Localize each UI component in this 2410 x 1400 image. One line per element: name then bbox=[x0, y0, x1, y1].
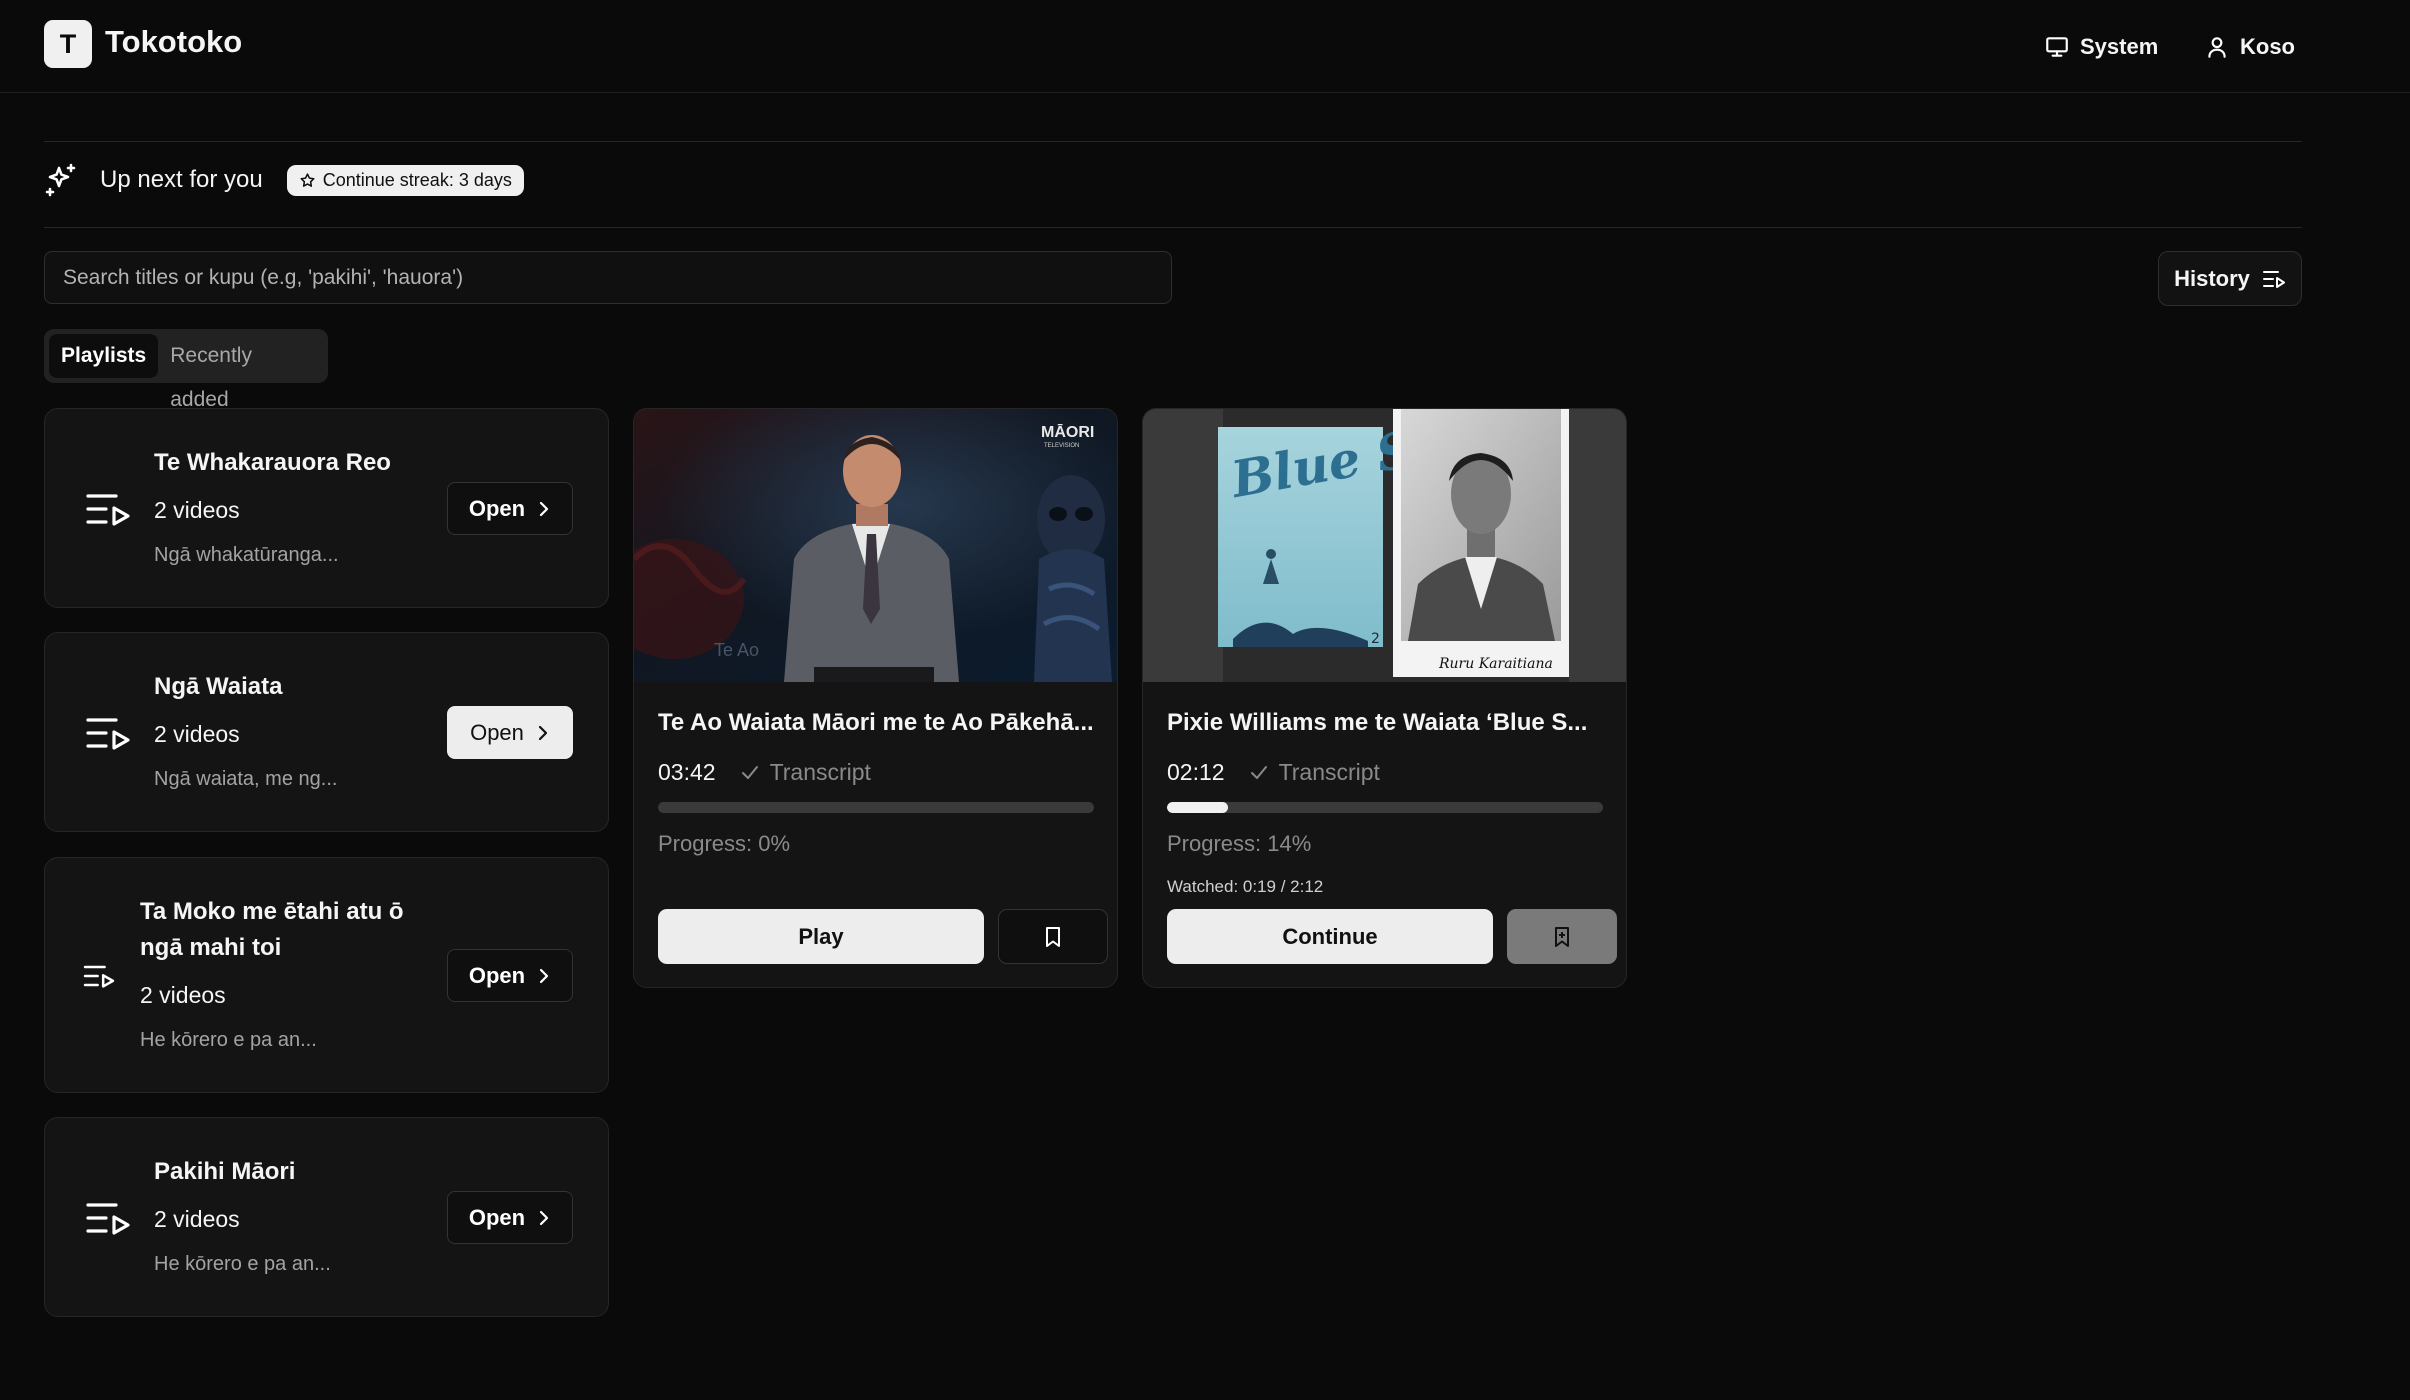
photo-caption: Ruru Karaitiana bbox=[1438, 656, 1553, 672]
transcript-label: Transcript bbox=[769, 759, 871, 785]
sparkles-icon bbox=[45, 163, 76, 197]
video-thumbnail[interactable]: MĀORI TELEVISION Te Ao bbox=[634, 409, 1117, 682]
open-playlist-button[interactable]: Open bbox=[447, 706, 573, 759]
playlist-description: Ngā waiata, me ng... bbox=[154, 768, 338, 790]
playlist-card[interactable]: Pakihi Māori 2 videos He kōrero e pa an.… bbox=[44, 1117, 609, 1317]
open-label: Open bbox=[468, 1204, 526, 1230]
play-button[interactable]: Play bbox=[658, 909, 984, 964]
app-name[interactable]: Tokotoko bbox=[105, 24, 242, 60]
playlist-title: Te Whakarauora Reo bbox=[154, 449, 391, 476]
progress-fill bbox=[1167, 802, 1229, 813]
playlist-count: 2 videos bbox=[154, 1206, 240, 1232]
chevron-right-icon bbox=[538, 725, 548, 740]
thumbnail-caption: Te Ao bbox=[714, 640, 759, 660]
playlist-count: 2 videos bbox=[140, 982, 226, 1008]
top-bar: T Tokotoko System Koso bbox=[0, 0, 2410, 93]
divider bbox=[44, 141, 2302, 142]
playlist-title-line-2: ngā mahi toi bbox=[140, 934, 282, 961]
video-title[interactable]: Te Ao Waiata Māori me te Ao Pākehā... bbox=[658, 709, 1098, 737]
history-label: History bbox=[2174, 265, 2250, 291]
progress-bar bbox=[1167, 802, 1603, 813]
open-playlist-button[interactable]: Open bbox=[447, 1191, 573, 1244]
progress-bar bbox=[658, 802, 1094, 813]
tab-recently-added[interactable]: Recently added bbox=[158, 334, 323, 411]
playlist-card[interactable]: Ngā Waiata 2 videos Ngā waiata, me ng...… bbox=[44, 632, 609, 832]
user-menu-button[interactable]: Koso bbox=[2204, 32, 2295, 62]
transcript-indicator: Transcript bbox=[1249, 759, 1380, 786]
playlist-title: Pakihi Māori bbox=[154, 1158, 296, 1185]
divider bbox=[44, 227, 2302, 228]
chevron-right-icon bbox=[540, 1210, 549, 1225]
open-label: Open bbox=[468, 495, 526, 521]
video-title[interactable]: Pixie Williams me te Waiata ‘Blue S... bbox=[1167, 709, 1607, 737]
video-meta: 03:42 Transcript bbox=[658, 759, 871, 786]
playlist-icon bbox=[86, 1203, 130, 1235]
chevron-right-icon bbox=[540, 501, 549, 516]
poster-badge: 2 bbox=[1371, 631, 1380, 647]
open-playlist-button[interactable]: Open bbox=[447, 949, 573, 1002]
playlist-description: He kōrero e pa an... bbox=[154, 1253, 331, 1275]
search-input[interactable]: Search titles or kupu (e.g, 'pakihi', 'h… bbox=[44, 251, 1172, 304]
streak-badge[interactable]: Continue streak: 3 days bbox=[286, 164, 524, 196]
monitor-icon bbox=[2046, 37, 2068, 57]
star-icon bbox=[300, 172, 315, 187]
playlist-card[interactable]: Ta Moko me ētahi atu ō ngā mahi toi 2 vi… bbox=[44, 857, 609, 1093]
continue-button[interactable]: Continue bbox=[1167, 909, 1493, 964]
open-playlist-button[interactable]: Open bbox=[447, 482, 573, 535]
up-next-header: Up next for you Continue streak: 3 days bbox=[44, 162, 524, 198]
system-label: System bbox=[2080, 34, 2159, 59]
blue-smoke-thumbnail-image: Blue Smoke 2 Ruru Karaitiana bbox=[1143, 409, 1626, 682]
bookmark-icon bbox=[1046, 926, 1060, 947]
video-thumbnail[interactable]: Blue Smoke 2 Ruru Karaitiana bbox=[1143, 409, 1626, 682]
video-duration: 02:12 bbox=[1167, 759, 1225, 785]
check-icon bbox=[741, 765, 758, 779]
playlist-description: Ngā whakatūranga... bbox=[154, 544, 339, 566]
playlist-icon bbox=[86, 718, 130, 750]
watched-label: Watched: 0:19 / 2:12 bbox=[1167, 877, 1324, 896]
playlist-icon bbox=[86, 494, 130, 526]
progress-label: Progress: 0% bbox=[658, 831, 791, 856]
playlist-count: 2 videos bbox=[154, 497, 240, 523]
view-tabs: Playlists Recently added bbox=[44, 329, 328, 411]
history-button[interactable]: History bbox=[2158, 251, 2302, 306]
presenter-thumbnail-image: MĀORI TELEVISION Te Ao bbox=[634, 409, 1117, 682]
playlist-icon bbox=[83, 965, 115, 988]
video-meta: 02:12 Transcript bbox=[1167, 759, 1380, 786]
streak-label: Continue streak: 3 days bbox=[322, 169, 512, 190]
tab-playlists[interactable]: Playlists bbox=[49, 334, 159, 378]
user-icon bbox=[2208, 37, 2226, 58]
brand-text: MĀORI bbox=[1041, 422, 1094, 441]
playlist-count: 2 videos bbox=[154, 721, 240, 747]
progress-label: Progress: 14% bbox=[1167, 831, 1312, 856]
playlist-card[interactable]: Te Whakarauora Reo 2 videos Ngā whakatūr… bbox=[44, 408, 609, 608]
open-label: Open bbox=[470, 719, 524, 745]
logo-icon[interactable]: T bbox=[44, 20, 92, 68]
user-label: Koso bbox=[2240, 34, 2295, 59]
check-icon bbox=[1250, 765, 1267, 779]
playlist-title-line-1: Ta Moko me ētahi atu ō bbox=[140, 898, 404, 925]
video-card[interactable]: MĀORI TELEVISION Te Ao Te Ao Waiata Māor… bbox=[633, 408, 1118, 988]
transcript-indicator: Transcript bbox=[740, 759, 871, 786]
system-theme-button[interactable]: System bbox=[2044, 32, 2158, 62]
video-card[interactable]: Blue Smoke 2 Ruru Karaitiana Pixie Willi… bbox=[1142, 408, 1627, 988]
bookmark-icon bbox=[1555, 926, 1569, 947]
chevron-right-icon bbox=[540, 968, 549, 983]
bookmark-button[interactable] bbox=[998, 909, 1108, 964]
up-next-title: Up next for you bbox=[100, 166, 263, 193]
transcript-label: Transcript bbox=[1278, 759, 1380, 785]
open-label: Open bbox=[468, 962, 526, 988]
bookmark-button[interactable] bbox=[1507, 909, 1617, 964]
video-duration: 03:42 bbox=[658, 759, 716, 785]
playlist-icon bbox=[2262, 270, 2285, 288]
brand-subtext: TELEVISION bbox=[1044, 443, 1079, 449]
playlist-title: Ngā Waiata bbox=[154, 673, 283, 700]
playlist-description: He kōrero e pa an... bbox=[140, 1029, 317, 1051]
